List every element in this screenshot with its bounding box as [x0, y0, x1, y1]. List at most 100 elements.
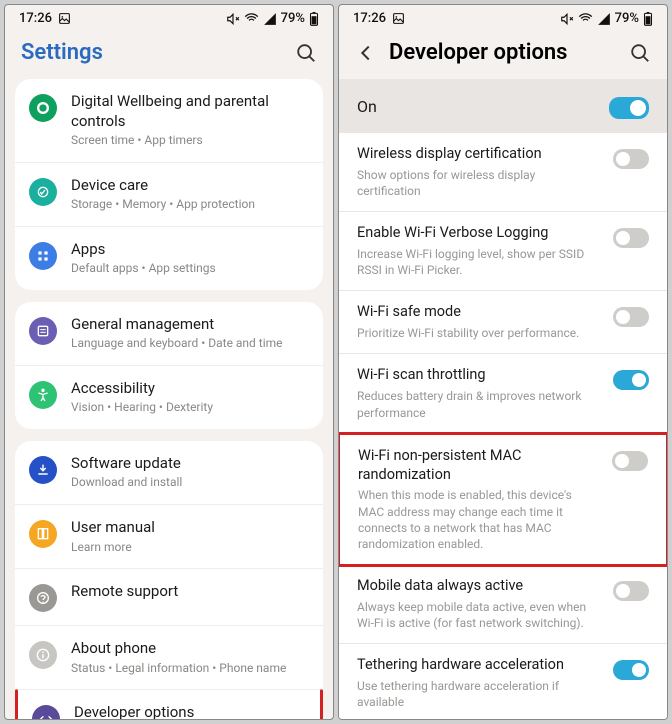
item-text: Remote support [71, 582, 309, 602]
settings-item[interactable]: User manual Learn more [15, 504, 323, 568]
dev-option-item[interactable]: Wi-Fi scan throttling Reduces battery dr… [339, 354, 667, 433]
item-text: User manual Learn more [71, 518, 309, 555]
toggle-switch[interactable] [613, 149, 649, 169]
dev-option-item[interactable]: Wi-Fi non-persistent MAC randomization W… [338, 432, 668, 567]
screenshot-icon [58, 12, 71, 25]
mute-icon [226, 12, 240, 26]
settings-item[interactable]: Apps Default apps • App settings [15, 226, 323, 290]
item-text: About phone Status • Legal information •… [71, 639, 309, 676]
master-toggle[interactable] [609, 97, 649, 119]
dev-option-item[interactable]: Enable Wi-Fi Verbose Logging Increase Wi… [339, 212, 667, 291]
item-title: User manual [71, 518, 309, 538]
item-subtitle: Default apps • App settings [71, 261, 309, 277]
status-battery: 79% [281, 11, 305, 26]
item-subtitle: Storage • Memory • App protection [71, 197, 309, 213]
apps-icon [29, 242, 57, 270]
item-subtitle: Vision • Hearing • Dexterity [71, 400, 309, 416]
toggle-switch[interactable] [613, 660, 649, 680]
item-title: Mobile data always active [357, 577, 601, 596]
page-title: Settings [21, 40, 283, 65]
item-title: Enable Wi-Fi Verbose Logging [357, 224, 601, 243]
settings-item[interactable]: Software update Download and install [15, 441, 323, 504]
accessibility-icon [29, 381, 57, 409]
update-icon [29, 456, 57, 484]
dev-option-item[interactable]: Tethering hardware acceleration Use teth… [339, 644, 667, 720]
item-text: Enable Wi-Fi Verbose Logging Increase Wi… [357, 224, 601, 278]
settings-item[interactable]: Accessibility Vision • Hearing • Dexteri… [15, 365, 323, 429]
item-title: General management [71, 315, 309, 335]
about-icon [29, 641, 57, 669]
signal-icon [263, 12, 277, 26]
search-icon[interactable] [629, 42, 651, 64]
dev-icon [32, 705, 60, 719]
dev-option-item[interactable]: Wireless display certification Show opti… [339, 133, 667, 212]
item-subtitle: Reduces battery drain & improves network… [357, 388, 601, 420]
signal-icon [597, 12, 611, 26]
page-title: Developer options [389, 40, 617, 65]
item-subtitle: Download and install [71, 475, 309, 491]
back-icon[interactable] [355, 42, 377, 64]
item-title: Wireless display certification [357, 145, 601, 164]
item-title: About phone [71, 639, 309, 659]
item-subtitle: Always keep mobile data active, even whe… [357, 599, 601, 631]
screenshot-icon [392, 12, 405, 25]
item-text: Mobile data always active Always keep mo… [357, 577, 601, 631]
status-time: 17:26 [353, 11, 386, 26]
item-text: Software update Download and install [71, 454, 309, 491]
header: Settings [5, 30, 333, 79]
toggle-switch[interactable] [613, 228, 649, 248]
settings-group: Digital Wellbeing and parental controls … [15, 79, 323, 290]
item-subtitle: When this mode is enabled, this device's… [358, 487, 600, 552]
item-subtitle: Screen time • App timers [71, 133, 309, 149]
item-title: Software update [71, 454, 309, 474]
item-text: Device care Storage • Memory • App prote… [71, 176, 309, 213]
item-text: Wi-Fi safe mode Prioritize Wi-Fi stabili… [357, 303, 601, 341]
header: Developer options [339, 30, 667, 79]
item-title: Apps [71, 240, 309, 260]
item-subtitle: Increase Wi-Fi logging level, show per S… [357, 246, 601, 278]
phone-developer-options: 17:26 79% Developer options On Wireless … [338, 4, 668, 720]
item-subtitle: Learn more [71, 540, 309, 556]
item-text: Developer options Developer options [74, 703, 306, 719]
status-battery: 79% [615, 11, 639, 26]
status-bar: 17:26 79% [5, 5, 333, 30]
item-text: General management Language and keyboard… [71, 315, 309, 352]
dev-options-list[interactable]: Wireless display certification Show opti… [339, 133, 667, 720]
settings-group: General management Language and keyboard… [15, 302, 323, 429]
item-text: Wi-Fi scan throttling Reduces battery dr… [357, 366, 601, 420]
item-title: Wi-Fi safe mode [357, 303, 601, 322]
item-title: Tethering hardware acceleration [357, 656, 601, 675]
remote-icon [29, 584, 57, 612]
toggle-switch[interactable] [613, 581, 649, 601]
general-icon [29, 317, 57, 345]
settings-item[interactable]: About phone Status • Legal information •… [15, 625, 323, 689]
dev-option-item[interactable]: Mobile data always active Always keep mo… [339, 565, 667, 644]
manual-icon [29, 520, 57, 548]
master-toggle-row[interactable]: On [339, 79, 667, 133]
settings-item[interactable]: Developer options Developer options [15, 689, 323, 719]
mute-icon [560, 12, 574, 26]
battery-icon [309, 12, 319, 26]
item-text: Wi-Fi non-persistent MAC randomization W… [358, 447, 600, 552]
toggle-switch[interactable] [613, 307, 649, 327]
item-subtitle: Show options for wireless display certif… [357, 167, 601, 199]
settings-item[interactable]: Digital Wellbeing and parental controls … [15, 79, 323, 162]
settings-item[interactable]: General management Language and keyboard… [15, 302, 323, 365]
wifi-icon [244, 11, 259, 26]
dev-option-item[interactable]: Wi-Fi safe mode Prioritize Wi-Fi stabili… [339, 291, 667, 354]
toggle-switch[interactable] [613, 370, 649, 390]
toggle-switch[interactable] [612, 451, 648, 471]
battery-icon [643, 12, 653, 26]
care-icon [29, 178, 57, 206]
phone-settings: 17:26 79% Settings Digital Wellbeing and… [4, 4, 334, 720]
status-bar: 17:26 79% [339, 5, 667, 30]
item-title: Device care [71, 176, 309, 196]
search-icon[interactable] [295, 42, 317, 64]
item-title: Remote support [71, 582, 309, 602]
settings-item[interactable]: Remote support [15, 568, 323, 625]
settings-item[interactable]: Device care Storage • Memory • App prote… [15, 162, 323, 226]
master-toggle-label: On [357, 97, 377, 116]
item-text: Wireless display certification Show opti… [357, 145, 601, 199]
settings-list[interactable]: Digital Wellbeing and parental controls … [5, 79, 333, 719]
item-title: Accessibility [71, 379, 309, 399]
